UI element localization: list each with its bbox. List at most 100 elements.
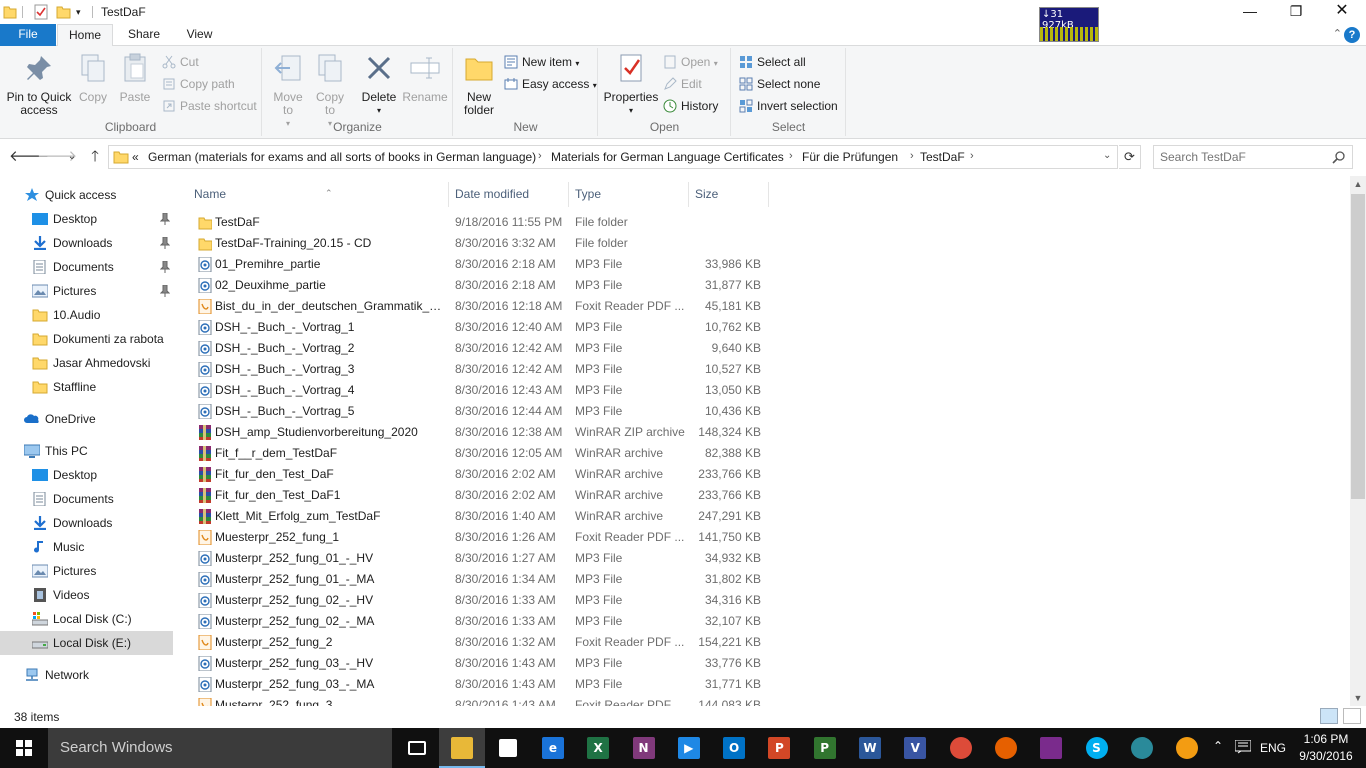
nav-pc-desktop[interactable]: Desktop (0, 463, 173, 487)
cut-button[interactable]: Cut (162, 52, 199, 72)
file-row[interactable]: DSH_-_Buch_-_Vortrag_5 8/30/2016 12:44 AM… (190, 401, 770, 422)
file-row[interactable]: Musterpr_252_fung_01_-_HV 8/30/2016 1:27 … (190, 548, 770, 569)
search-box[interactable] (1153, 145, 1353, 169)
properties-check-icon[interactable] (33, 4, 49, 20)
paste-button[interactable]: Paste (117, 52, 153, 104)
move-to-button[interactable]: Move to ▾ (269, 52, 307, 130)
action-center-icon[interactable] (1232, 728, 1254, 768)
taskbar-chrome-button[interactable] (938, 728, 984, 768)
vertical-scrollbar[interactable]: ▲ ▼ (1350, 176, 1366, 706)
file-row[interactable]: DSH_amp_Studienvorbereitung_2020 8/30/201… (190, 422, 770, 443)
column-header-name[interactable]: Name ⌃ (188, 182, 449, 207)
file-row[interactable]: TestDaF-Training_20.15 - CD 8/30/2016 3:3… (190, 233, 770, 254)
taskbar-file-explorer-button[interactable] (439, 728, 486, 768)
nav-qa-documents[interactable]: Documents (0, 255, 173, 279)
nav-pc-videos[interactable]: Videos (0, 583, 173, 607)
scrollbar-thumb[interactable] (1351, 194, 1365, 499)
taskbar-skype-button[interactable]: S (1074, 728, 1120, 768)
nav-pc-downloads[interactable]: Downloads (0, 511, 173, 535)
pin-icon[interactable] (160, 261, 170, 273)
address-dropdown-chevron-icon[interactable]: ⌄ (1103, 150, 1111, 161)
taskbar-winrar-button[interactable] (1028, 728, 1074, 768)
file-row[interactable]: DSH_-_Buch_-_Vortrag_1 8/30/2016 12:40 AM… (190, 317, 770, 338)
details-view-icon[interactable] (1320, 708, 1338, 724)
breadcrumb-materials[interactable]: Materials for German Language Certificat… (551, 150, 784, 164)
nav-qa-10-audio[interactable]: 10.Audio (0, 303, 173, 327)
nav-network[interactable]: Network (0, 663, 173, 687)
file-row[interactable]: 02_Deuxihme_partie 8/30/2016 2:18 AM MP3 F… (190, 275, 770, 296)
file-row[interactable]: Fit_fur_den_Test_DaF 8/30/2016 2:02 AM Win… (190, 464, 770, 485)
history-button[interactable]: History (663, 96, 718, 116)
open-button[interactable]: Open ▾ (663, 52, 718, 72)
edit-button[interactable]: Edit (663, 74, 702, 94)
start-button[interactable] (0, 728, 48, 768)
select-all-button[interactable]: Select all (739, 52, 806, 72)
column-header-type[interactable]: Type (569, 182, 689, 207)
breadcrumb-separator-icon[interactable]: › (789, 150, 793, 162)
nav-pc-local-disk-c[interactable]: Local Disk (C:) (0, 607, 173, 631)
taskbar-excel-button[interactable]: X (575, 728, 621, 768)
taskbar-media-player-button[interactable]: ▶ (666, 728, 712, 768)
search-input[interactable] (1160, 149, 1330, 165)
invert-selection-button[interactable]: Invert selection (739, 96, 838, 116)
tab-view[interactable]: View (172, 24, 227, 46)
copy-path-button[interactable]: Copy path (162, 74, 235, 94)
nav-pc-pictures[interactable]: Pictures (0, 559, 173, 583)
nav-quick-access[interactable]: Quick access (0, 183, 173, 207)
nav-this-pc[interactable]: This PC (0, 439, 173, 463)
breadcrumb-separator-icon[interactable]: › (538, 150, 542, 162)
breadcrumb-separator-icon[interactable]: › (970, 150, 974, 162)
breadcrumb-testdaf[interactable]: TestDaF (920, 150, 965, 164)
taskbar-networx-button[interactable] (1119, 728, 1165, 768)
paste-shortcut-button[interactable]: Paste shortcut (162, 96, 257, 116)
taskbar-onenote-button[interactable]: N (621, 728, 667, 768)
file-row[interactable]: Musterpr_252_fung_02_-_MA 8/30/2016 1:33 … (190, 611, 770, 632)
file-row[interactable]: Fit_f__r_dem_TestDaF 8/30/2016 12:05 AM Wi… (190, 443, 770, 464)
nav-pc-music[interactable]: Music (0, 535, 173, 559)
file-row[interactable]: Musterpr_252_fung_01_-_MA 8/30/2016 1:34 … (190, 569, 770, 590)
tab-file[interactable]: File (0, 24, 56, 46)
restore-button[interactable]: ❐ (1273, 0, 1319, 24)
easy-access-button[interactable]: Easy access ▾ (504, 74, 597, 94)
taskbar-store-button[interactable] (485, 728, 531, 768)
file-row[interactable]: Musterpr_252_fung_03_-_MA 8/30/2016 1:43 … (190, 674, 770, 695)
show-hidden-icons-chevron-icon[interactable]: ⌃ (1208, 728, 1230, 768)
taskbar-edge-button[interactable]: e (530, 728, 576, 768)
recent-locations-chevron-icon[interactable]: ⌄ (62, 147, 82, 167)
breadcrumb-separator-icon[interactable]: › (910, 150, 914, 162)
refresh-icon[interactable]: ⟳ (1119, 145, 1141, 169)
file-row[interactable]: Muesterpr_252_fung_1 8/30/2016 1:26 AM Fox… (190, 527, 770, 548)
scroll-down-arrow-icon[interactable]: ▼ (1350, 690, 1366, 706)
tab-home[interactable]: Home (57, 24, 113, 47)
file-row[interactable]: Musterpr_252_fung_03_-_HV 8/30/2016 1:43 … (190, 653, 770, 674)
column-header-size[interactable]: Size (689, 182, 769, 207)
file-row[interactable]: DSH_-_Buch_-_Vortrag_3 8/30/2016 12:42 AM… (190, 359, 770, 380)
file-row[interactable]: 01_Premihre_partie 8/30/2016 2:18 AM MP3 F… (190, 254, 770, 275)
close-button[interactable]: ✕ (1319, 0, 1365, 24)
nav-pc-local-disk-e[interactable]: Local Disk (E:) (0, 631, 173, 655)
nav-qa-staffline[interactable]: Staffline (0, 375, 173, 399)
taskbar-word-button[interactable]: W (847, 728, 893, 768)
ribbon-collapse-chevron-icon[interactable]: ⌃ (1333, 27, 1342, 40)
breadcrumb-german[interactable]: German (materials for exams and all sort… (148, 150, 536, 164)
nav-qa-jasar[interactable]: Jasar Ahmedovski (0, 351, 173, 375)
qa-customize-dropdown-icon[interactable]: ▾ (76, 4, 81, 20)
rename-button[interactable]: Rename (401, 52, 449, 104)
select-none-button[interactable]: Select none (739, 74, 820, 94)
nav-qa-dokumenti[interactable]: Dokumenti za rabota (0, 327, 173, 351)
taskbar-task-view-button[interactable] (394, 728, 440, 768)
copy-button[interactable]: Copy (76, 52, 110, 104)
file-row[interactable]: Musterpr_252_fung_02_-_HV 8/30/2016 1:33 … (190, 590, 770, 611)
pin-icon[interactable] (160, 213, 170, 225)
nav-qa-downloads[interactable]: Downloads (0, 231, 173, 255)
pin-icon[interactable] (160, 237, 170, 249)
up-arrow-icon[interactable]: 🡑 (85, 147, 105, 167)
address-bar[interactable]: « German (materials for exams and all so… (108, 145, 1118, 169)
pin-icon[interactable] (160, 285, 170, 297)
pin-to-quick-access-button[interactable]: Pin to Quick access (4, 52, 74, 117)
taskbar-outlook-button[interactable]: O (711, 728, 757, 768)
forward-arrow-icon[interactable]: 🡒 (37, 147, 77, 167)
column-header-date[interactable]: Date modified (449, 182, 569, 207)
nav-qa-pictures[interactable]: Pictures (0, 279, 173, 303)
file-row[interactable]: Musterpr_252_fung_2 8/30/2016 1:32 AM Foxi… (190, 632, 770, 653)
